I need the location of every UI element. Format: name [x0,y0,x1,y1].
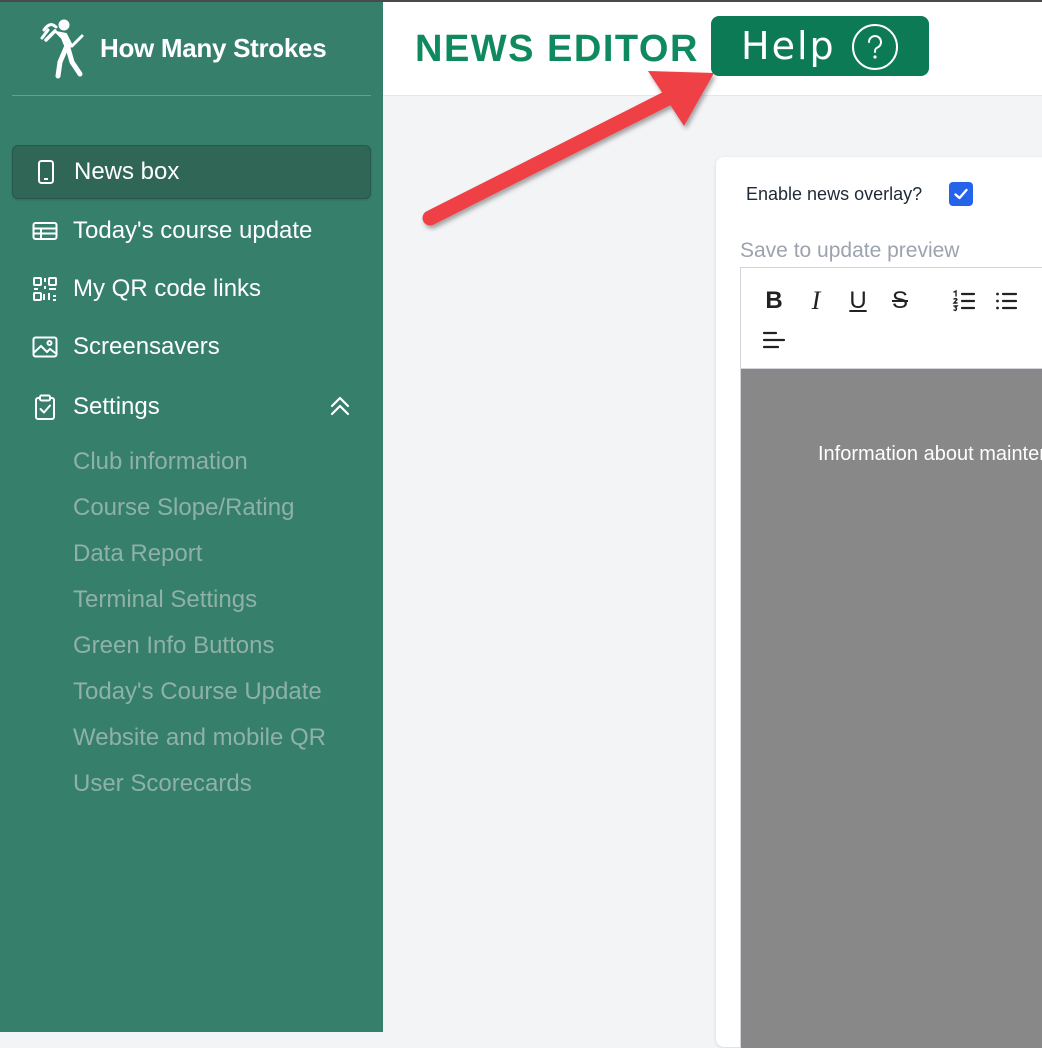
sidebar-item-news-box[interactable]: News box [12,145,371,199]
bullet-list-icon [996,292,1018,310]
divider [12,95,371,96]
clipboard-check-icon [31,393,59,421]
save-hint: Save to update preview [740,239,960,262]
sidebar-item-qr-code-links[interactable]: My QR code links [12,262,371,316]
align-left-icon [762,331,786,349]
check-icon [954,188,968,200]
help-button[interactable]: Help [711,16,929,76]
question-circle-icon [852,24,898,70]
strikethrough-icon: S [891,287,908,314]
settings-subitem-data-report[interactable]: Data Report [73,538,202,570]
news-content-text: Information about mainten [818,443,1042,465]
settings-subitem-todays-course-update[interactable]: Today's Course Update [73,676,322,708]
sidebar-item-settings[interactable]: Settings [12,380,371,434]
settings-subitem-user-scorecards[interactable]: User Scorecards [73,768,252,800]
rich-text-editor: B I U S Information about mainten [740,267,1042,1048]
image-icon [31,333,59,361]
editor-content-area[interactable]: Information about mainten [741,369,1042,1048]
settings-subitem-terminal-settings[interactable]: Terminal Settings [73,584,257,616]
sidebar-item-label: News box [74,158,180,185]
italic-button[interactable]: I [799,284,833,318]
chevrons-up-icon[interactable] [327,393,353,419]
settings-subitem-club-information[interactable]: Club information [73,446,248,478]
sidebar-item-label: Settings [73,393,160,420]
sidebar-item-label: My QR code links [73,275,262,302]
brand-name: How Many Strokes [100,32,327,63]
underline-icon: U [849,287,867,314]
underline-button[interactable]: U [841,284,875,318]
sidebar-item-label: Screensavers [73,333,220,360]
settings-subitem-website-mobile-qr[interactable]: Website and mobile QR [73,722,326,754]
sidebar: How Many Strokes News box Today's course… [0,0,383,1032]
ordered-list-icon [952,289,976,312]
settings-subitem-green-info-buttons[interactable]: Green Info Buttons [73,630,274,662]
news-editor-card: Enable news overlay? Save to update prev… [716,157,1042,1048]
sidebar-item-screensavers[interactable]: Screensavers [12,320,371,374]
bold-icon: B [765,287,783,314]
news-overlay-checkbox[interactable] [949,182,973,206]
overlay-checkbox-label: Enable news overlay? [746,184,923,204]
sidebar-item-todays-course-update[interactable]: Today's course update [12,204,371,258]
table-icon [31,217,59,245]
page-header: NEWS EDITOR Help [383,2,1042,96]
golfer-logo-icon [40,19,84,79]
bullet-list-button[interactable] [989,284,1023,318]
tablet-icon [32,158,60,186]
settings-subitem-course-slope-rating[interactable]: Course Slope/Rating [73,492,294,524]
italic-icon: I [811,286,821,315]
align-left-button[interactable] [757,323,791,357]
ordered-list-button[interactable] [947,284,981,318]
sidebar-item-label: Today's course update [73,217,313,244]
window-top-border [0,0,1042,2]
brand[interactable]: How Many Strokes [36,16,327,80]
page-title: NEWS EDITOR [415,28,699,70]
bold-button[interactable]: B [757,284,791,318]
editor-toolbar: B I U S [741,268,1042,369]
help-button-label: Help [741,24,836,68]
strikethrough-button[interactable]: S [883,284,917,318]
qr-code-icon [31,275,59,303]
